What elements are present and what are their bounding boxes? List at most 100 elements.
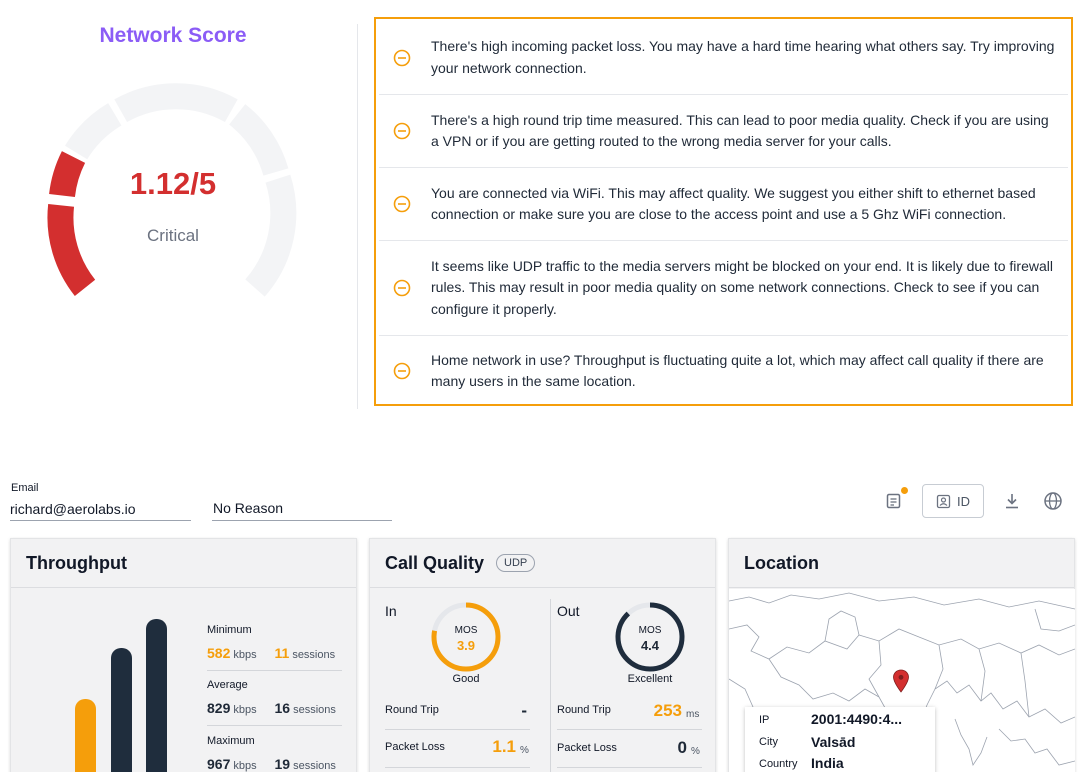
issue-text: There's a high round trip time measured.… xyxy=(431,111,1049,150)
email-field[interactable] xyxy=(10,498,191,521)
minimum-sessions: 11 xyxy=(274,645,290,661)
minus-circle-icon xyxy=(393,49,411,66)
location-title: Location xyxy=(729,539,1074,588)
stat-divider xyxy=(207,725,342,726)
id-button[interactable]: ID xyxy=(922,484,984,518)
issue-item: There's a high round trip time measured.… xyxy=(379,95,1068,168)
throughput-bar-maximum xyxy=(146,619,167,772)
issue-text: Home network in use? Throughput is fluct… xyxy=(431,351,1044,390)
call-quality-title: Call Quality xyxy=(385,552,485,573)
location-card: Location IP 2001:4490:4... City Valsād C… xyxy=(728,538,1075,772)
minimum-label: Minimum xyxy=(207,624,252,636)
stat-divider xyxy=(207,670,342,671)
minimum-stat: 582 kbps 11 sessions xyxy=(207,645,335,661)
in-packet-loss-unit: % xyxy=(520,745,529,756)
maximum-sessions: 19 xyxy=(274,756,291,772)
issue-text: You are connected via WiFi. This may aff… xyxy=(431,184,1036,223)
average-unit: kbps xyxy=(233,704,257,716)
mos-out-ring xyxy=(615,602,685,672)
mos-in-value: 3.9 xyxy=(456,638,476,653)
minimum-value: 582 xyxy=(207,645,231,661)
issue-item: Home network in use? Throughput is fluct… xyxy=(379,336,1068,406)
row-divider xyxy=(385,729,530,730)
issue-item: It seems like UDP traffic to the media s… xyxy=(379,241,1068,336)
mos-out-value: 4.4 xyxy=(640,638,660,653)
score-value: 1.12/5 xyxy=(129,166,217,201)
out-round-trip-label: Round Trip xyxy=(557,704,611,716)
in-label: In xyxy=(385,603,397,619)
issue-item: You are connected via WiFi. This may aff… xyxy=(379,168,1068,241)
udp-badge: UDP xyxy=(496,554,536,572)
out-packet-loss-value: 0 xyxy=(677,738,687,757)
gauge-track-1 xyxy=(65,103,122,160)
gauge-value-arc-1 xyxy=(47,204,96,296)
mos-out-label: MOS xyxy=(638,625,662,636)
row-divider xyxy=(557,729,702,730)
throughput-card: Throughput Minimum 582 kbps 11 sessions Av… xyxy=(10,538,357,772)
average-stat: 829 kbps 16 sessions xyxy=(207,700,336,716)
throughput-bar-average xyxy=(111,648,132,772)
call-quality-card: Call Quality UDP In MOS 3.9 Good Out MOS… xyxy=(369,538,716,772)
maximum-label: Maximum xyxy=(207,735,255,747)
globe-icon[interactable] xyxy=(1043,491,1063,511)
throughput-bar-minimum xyxy=(75,699,96,772)
out-packet-loss-unit: % xyxy=(691,746,700,757)
ip-label: IP xyxy=(759,714,770,726)
maximum-value: 967 xyxy=(207,756,231,772)
location-map[interactable]: IP 2001:4490:4... City Valsād Country In… xyxy=(729,589,1075,772)
network-report: Network Score 1.12/5 Critical There's hi… xyxy=(0,0,1085,772)
gauge-track-3 xyxy=(228,104,289,176)
call-quality-header: Call Quality UDP xyxy=(370,539,715,588)
download-icon[interactable] xyxy=(1003,492,1021,510)
city-label: City xyxy=(759,736,778,748)
section-divider xyxy=(357,24,358,409)
average-label: Average xyxy=(207,679,248,691)
city-value: Valsād xyxy=(811,734,856,750)
minus-circle-icon xyxy=(393,362,411,380)
minimum-unit: kbps xyxy=(233,649,257,661)
in-round-trip-label: Round Trip xyxy=(385,704,439,716)
out-label: Out xyxy=(557,603,580,619)
maximum-sessions-label: sessions xyxy=(293,760,336,772)
average-sessions-label: sessions xyxy=(293,704,336,716)
throughput-title: Throughput xyxy=(11,539,356,588)
map-pin-icon[interactable] xyxy=(892,669,910,693)
email-label: Email xyxy=(11,482,39,494)
notification-dot xyxy=(901,487,908,494)
average-sessions: 16 xyxy=(274,700,291,716)
score-level-label: Critical xyxy=(147,226,199,245)
issue-item: There's high incoming packet loss. You m… xyxy=(379,21,1068,95)
country-value: India xyxy=(811,755,844,771)
mos-in-label: MOS xyxy=(454,625,478,636)
call-quality-body: In MOS 3.9 Good Out MOS 4.4 Excellent Ro… xyxy=(370,589,717,772)
minus-circle-icon xyxy=(393,122,411,140)
average-value: 829 xyxy=(207,700,231,716)
mos-out-quality: Excellent xyxy=(627,673,673,685)
out-packet-loss-label: Packet Loss xyxy=(557,742,617,754)
mos-in-ring xyxy=(431,602,501,672)
gauge-track-2 xyxy=(114,83,238,123)
out-round-trip-unit: ms xyxy=(686,709,700,720)
location-popup: IP 2001:4490:4... City Valsād Country In… xyxy=(745,707,935,772)
mos-in-quality: Good xyxy=(452,673,480,685)
maximum-unit: kbps xyxy=(233,760,257,772)
reason-field[interactable]: No Reason xyxy=(212,500,392,521)
in-packet-loss-label: Packet Loss xyxy=(385,741,445,753)
issue-text: There's high incoming packet loss. You m… xyxy=(431,38,1055,76)
in-out-divider xyxy=(550,599,551,772)
notes-icon[interactable] xyxy=(885,492,903,510)
minus-circle-icon xyxy=(393,279,411,297)
network-score-title: Network Score xyxy=(99,24,247,47)
issues-list: There's high incoming packet loss. You m… xyxy=(374,17,1073,406)
country-label: Country xyxy=(759,758,798,770)
row-divider xyxy=(557,767,702,768)
out-round-trip-value: 253 xyxy=(653,701,682,720)
minimum-sessions-label: sessions xyxy=(292,649,336,661)
issue-text: It seems like UDP traffic to the media s… xyxy=(431,257,1053,317)
throughput-body: Minimum 582 kbps 11 sessions Average 829 kb… xyxy=(11,589,358,772)
maximum-stat: 967 kbps 19 sessions xyxy=(207,756,336,772)
id-card-icon xyxy=(936,494,951,508)
minus-circle-icon xyxy=(393,195,411,213)
in-packet-loss-value: 1.1 xyxy=(492,737,516,756)
row-divider xyxy=(385,767,530,768)
